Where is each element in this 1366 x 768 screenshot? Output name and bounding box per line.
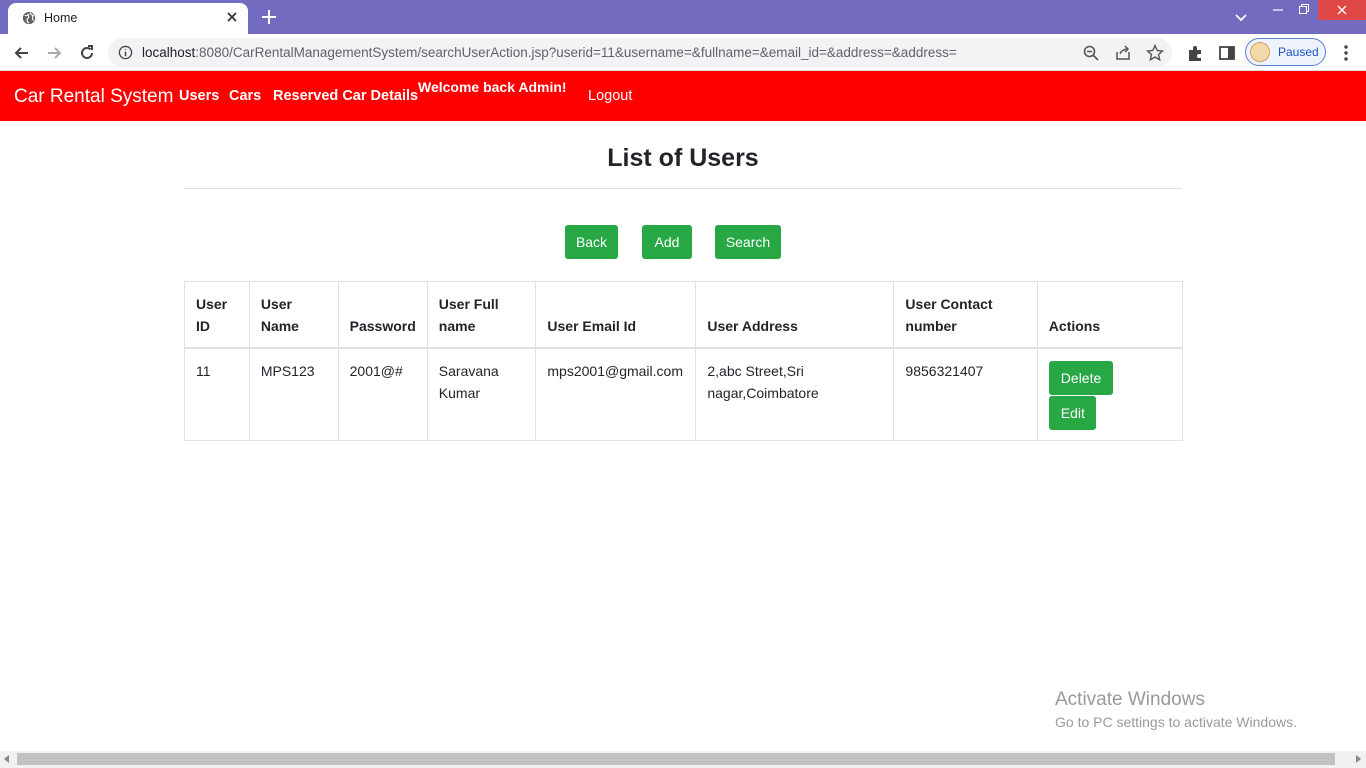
reload-icon[interactable] [77, 43, 97, 63]
app-navbar: Car Rental System Users Cars Reserved Ca… [0, 71, 1366, 121]
kebab-menu-icon[interactable] [1336, 43, 1356, 63]
address-bar[interactable]: localhost:8080/CarRentalManagementSystem… [108, 38, 1172, 67]
cell-contact: 9856321407 [893, 347, 1038, 441]
watermark-title: Activate Windows [1055, 689, 1205, 710]
share-icon[interactable] [1114, 44, 1132, 62]
table-row: 11 MPS123 2001@# Saravana Kumar mps2001@… [184, 347, 1184, 441]
page-title: List of Users [607, 144, 759, 172]
cell-user-id: 11 [184, 347, 250, 441]
delete-button[interactable]: Delete [1048, 360, 1113, 395]
globe-icon [22, 11, 36, 25]
profile-button[interactable]: Paused [1245, 38, 1326, 66]
scroll-right-arrow-icon[interactable] [1356, 755, 1361, 763]
scrollbar-thumb[interactable] [17, 753, 1335, 765]
column-header-email: User Email Id [535, 281, 697, 349]
side-panel-icon[interactable] [1217, 43, 1237, 63]
bookmark-star-icon[interactable] [1146, 44, 1164, 62]
forward-arrow-icon[interactable] [44, 43, 64, 63]
column-header-address: User Address [695, 281, 895, 349]
back-button[interactable]: Back [565, 225, 618, 259]
new-tab-icon[interactable] [259, 7, 279, 27]
cell-full-name: Saravana Kumar [426, 347, 537, 441]
search-button[interactable]: Search [715, 225, 781, 259]
cell-address: 2,abc Street,Sri nagar,Coimbatore [695, 347, 895, 441]
cell-actions: Delete Edit [1036, 347, 1184, 441]
extensions-puzzle-icon[interactable] [1185, 43, 1205, 63]
minimize-button[interactable] [1266, 0, 1290, 34]
column-header-password: Password [337, 281, 428, 349]
tab-title: Home [44, 11, 78, 25]
horizontal-scrollbar[interactable] [0, 751, 1366, 768]
nav-link-reserved-car-details[interactable]: Reserved Car Details [273, 88, 418, 104]
watermark-subtitle: Go to PC settings to activate Windows. [1055, 714, 1297, 730]
back-arrow-icon[interactable] [12, 43, 32, 63]
browser-tab-bar: Home [0, 0, 1366, 34]
users-table: User ID User Name Password User Full nam… [184, 281, 1184, 441]
profile-status: Paused [1278, 45, 1319, 59]
close-icon [1337, 5, 1347, 15]
browser-toolbar: localhost:8080/CarRentalManagementSystem… [0, 34, 1366, 71]
add-button[interactable]: Add [642, 225, 692, 259]
tab-search-button[interactable] [1228, 0, 1254, 34]
url-path: :8080/CarRentalManagementSystem/searchUs… [195, 45, 957, 60]
avatar [1250, 42, 1270, 62]
table-header-row: User ID User Name Password User Full nam… [184, 281, 1184, 349]
cell-password: 2001@# [337, 347, 428, 441]
cell-email: mps2001@gmail.com [535, 347, 697, 441]
column-header-user-name: User Name [248, 281, 339, 349]
scroll-left-arrow-icon[interactable] [4, 755, 9, 763]
restore-button[interactable] [1292, 0, 1316, 34]
restore-icon [1299, 4, 1309, 14]
column-header-contact: User Contact number [893, 281, 1038, 349]
column-header-actions: Actions [1036, 281, 1184, 349]
logout-link[interactable]: Logout [588, 88, 632, 104]
close-tab-icon[interactable] [224, 9, 240, 25]
cell-user-name: MPS123 [248, 347, 339, 441]
nav-link-users[interactable]: Users [179, 88, 219, 104]
browser-tab[interactable]: Home [8, 3, 248, 34]
chevron-down-icon [1235, 14, 1247, 22]
activate-windows-watermark: Activate Windows Go to PC settings to ac… [1055, 689, 1297, 730]
info-icon[interactable] [118, 45, 133, 60]
url-host: localhost [142, 45, 196, 60]
welcome-message: Welcome back Admin! [418, 79, 567, 95]
url-text[interactable]: localhost:8080/CarRentalManagementSystem… [142, 45, 957, 60]
column-header-full-name: User Full name [426, 281, 537, 349]
zoom-icon[interactable] [1082, 44, 1100, 62]
minimize-icon [1273, 9, 1283, 11]
column-header-user-id: User ID [184, 281, 250, 349]
window-close-button[interactable] [1318, 0, 1366, 20]
divider [184, 188, 1182, 189]
nav-link-cars[interactable]: Cars [229, 88, 261, 104]
edit-button[interactable]: Edit [1048, 395, 1096, 430]
navbar-brand[interactable]: Car Rental System [14, 86, 173, 108]
